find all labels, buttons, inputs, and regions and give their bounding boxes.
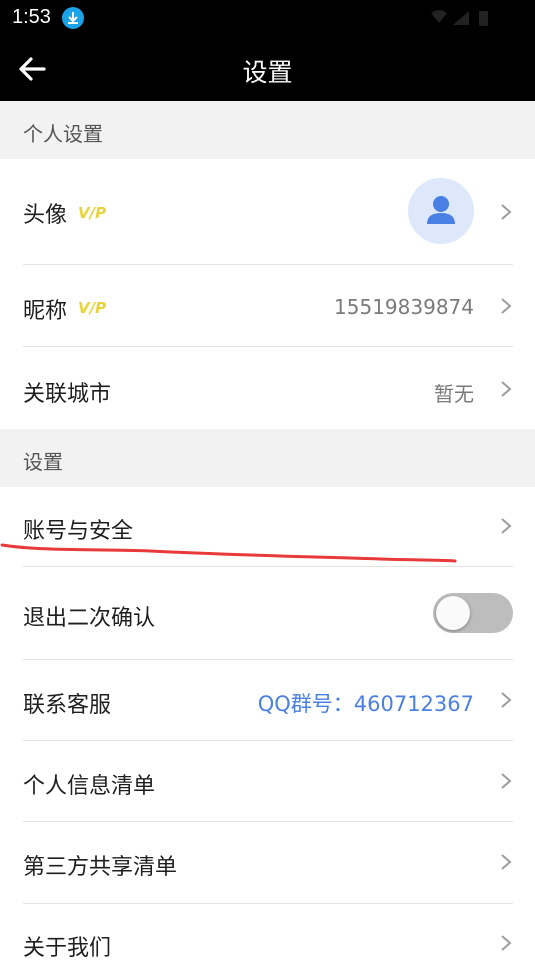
row-customer-service[interactable]: 联系客服 QQ群号：460712367	[0, 660, 535, 740]
svg-text:V/P: V/P	[78, 204, 106, 220]
section-header-personal: 个人设置	[0, 101, 535, 159]
page-title: 设置	[242, 58, 293, 87]
row-nickname[interactable]: 昵称 V/P 15519839874	[0, 265, 535, 346]
vip-badge-icon: V/P	[78, 204, 106, 220]
row-avatar[interactable]: 头像 V/P	[0, 159, 535, 264]
chevron-right-icon	[501, 381, 512, 397]
section-label: 设置	[23, 450, 63, 474]
row-label: 头像	[23, 203, 68, 228]
section-header-settings: 设置	[0, 429, 535, 487]
row-label: 第三方共享清单	[23, 855, 178, 880]
row-label: 退出二次确认	[23, 606, 156, 631]
row-label: 联系客服	[23, 693, 112, 718]
row-label: 昵称	[23, 299, 68, 324]
download-icon	[62, 7, 84, 29]
row-third-party-list[interactable]: 第三方共享清单	[0, 822, 535, 903]
row-label: 关于我们	[23, 936, 112, 961]
exit-confirm-toggle[interactable]	[433, 593, 513, 633]
city-value: 暂无	[434, 382, 474, 406]
status-bar: 1:53	[0, 0, 535, 36]
chevron-right-icon	[501, 773, 512, 789]
chevron-right-icon	[501, 935, 512, 951]
row-about[interactable]: 关于我们	[0, 904, 535, 961]
chevron-right-icon	[501, 298, 512, 314]
qq-group-link[interactable]: QQ群号：460712367	[258, 688, 474, 718]
nickname-value: 15519839874	[334, 295, 474, 319]
toggle-knob	[436, 596, 470, 630]
row-personal-info-list[interactable]: 个人信息清单	[0, 741, 535, 821]
system-status-icons	[429, 9, 495, 31]
chevron-right-icon	[501, 204, 512, 220]
svg-text:V/P: V/P	[78, 299, 106, 315]
section-label: 个人设置	[23, 122, 103, 146]
user-avatar-icon	[427, 196, 455, 224]
vip-badge-icon: V/P	[78, 299, 106, 315]
avatar[interactable]	[408, 178, 474, 244]
row-label: 关联城市	[23, 382, 112, 407]
chevron-right-icon	[501, 854, 512, 870]
app-bar: 设置	[0, 36, 535, 101]
chevron-right-icon	[501, 518, 512, 534]
chevron-right-icon	[501, 692, 512, 708]
status-time: 1:53	[12, 6, 51, 28]
row-exit-confirm: 退出二次确认	[0, 567, 535, 659]
row-label: 个人信息清单	[23, 774, 156, 799]
row-city[interactable]: 关联城市 暂无	[0, 347, 535, 429]
